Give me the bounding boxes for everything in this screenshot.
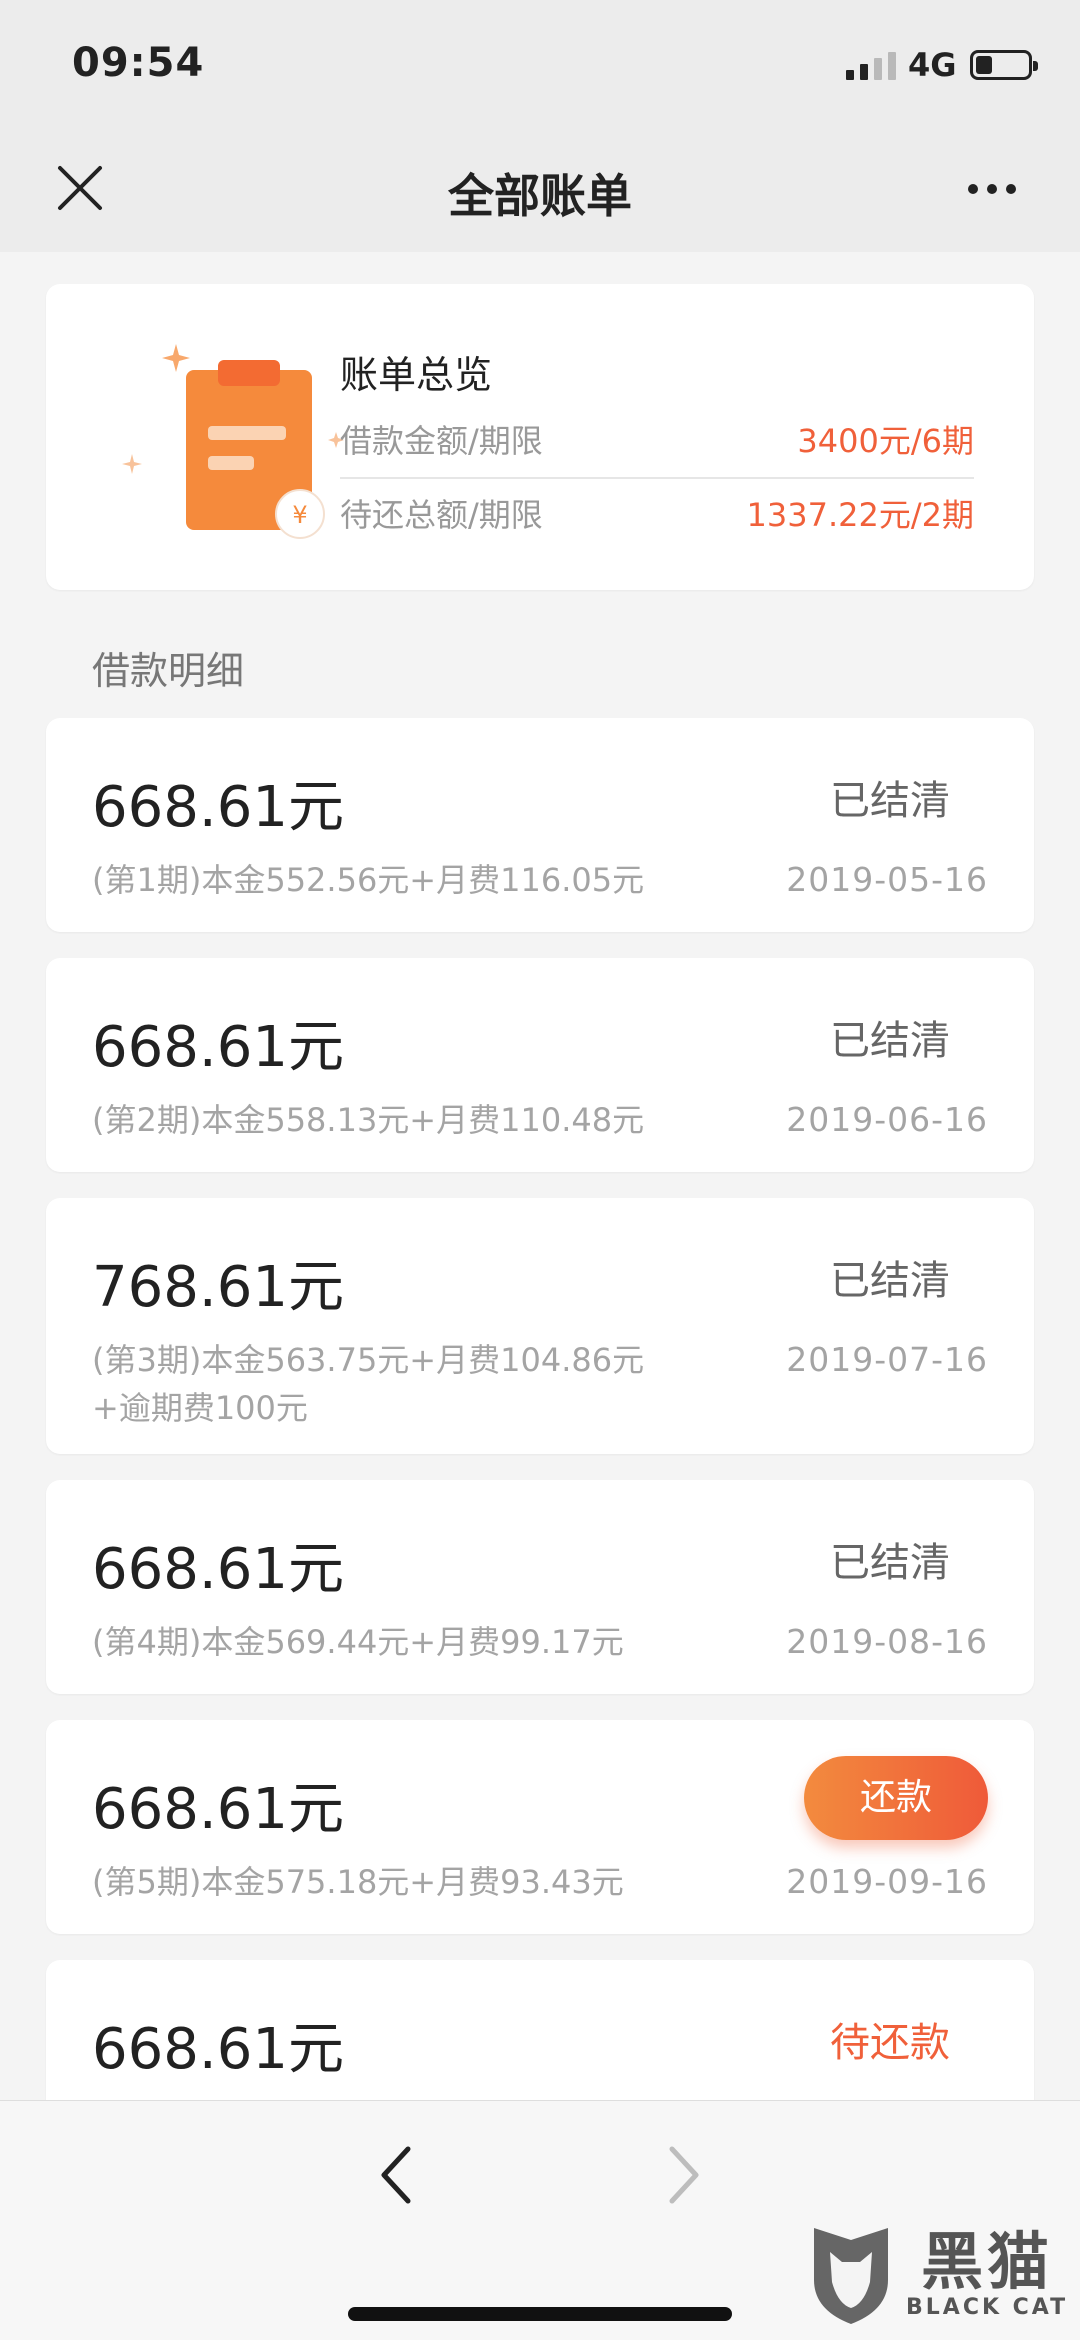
- bill-date: 2019-08-16: [786, 1622, 988, 1661]
- bill-status: 已结清: [830, 1018, 950, 1064]
- bill-item-1[interactable]: 668.61元 已结清 (第1期)本金552.56元+月费116.05元 201…: [46, 718, 1034, 932]
- divider: [340, 477, 974, 479]
- overview-card: ¥ 账单总览 借款金额/期限 3400元/6期 待还总额/期限 1337.22元…: [46, 284, 1034, 590]
- overview-row-value: 3400元/6期: [797, 422, 974, 460]
- bill-detail: (第4期)本金569.44元+月费99.17元: [92, 1623, 624, 1661]
- status-time: 09:54: [72, 40, 205, 86]
- bill-detail: (第2期)本金558.13元+月费110.48元: [92, 1101, 645, 1139]
- bill-item-5[interactable]: 668.61元 还款 (第5期)本金575.18元+月费93.43元 2019-…: [46, 1720, 1034, 1934]
- bill-status: 已结清: [830, 778, 950, 824]
- network-type: 4G: [908, 46, 957, 84]
- bill-detail: (第5期)本金575.18元+月费93.43元: [92, 1863, 624, 1901]
- bill-date: 2019-07-16: [786, 1340, 988, 1379]
- bill-amount: 668.61元: [92, 2017, 344, 2082]
- more-button[interactable]: [968, 184, 1016, 194]
- more-dot: [987, 184, 997, 194]
- bill-date: 2019-09-16: [786, 1862, 988, 1901]
- watermark-cn: 黑猫: [921, 2224, 1054, 2298]
- more-dot: [1006, 184, 1016, 194]
- page-title: 全部账单: [448, 169, 632, 223]
- signal-icon: [846, 50, 896, 80]
- overview-row-outstanding: 待还总额/期限 1337.22元/2期: [340, 490, 974, 536]
- bill-item-4[interactable]: 668.61元 已结清 (第4期)本金569.44元+月费99.17元 2019…: [46, 1480, 1034, 1694]
- repay-button[interactable]: 还款: [804, 1756, 988, 1840]
- forward-button[interactable]: [654, 2139, 710, 2211]
- bill-date: 2019-05-16: [786, 860, 988, 899]
- top-bar: 09:54 4G 全部账单: [0, 0, 1080, 252]
- bill-detail: (第3期)本金563.75元+月费104.86元 +逾期费100元: [92, 1341, 645, 1427]
- back-button[interactable]: [370, 2139, 426, 2211]
- bill-amount: 668.61元: [92, 775, 344, 840]
- overview-row-label: 借款金额/期限: [340, 422, 543, 460]
- bill-status: 已结清: [830, 1258, 950, 1304]
- bill-status: 待还款: [830, 2020, 950, 2066]
- overview-row-loan: 借款金额/期限 3400元/6期: [340, 416, 974, 462]
- bill-amount: 768.61元: [92, 1255, 344, 1320]
- bill-item-2[interactable]: 668.61元 已结清 (第2期)本金558.13元+月费110.48元 201…: [46, 958, 1034, 1172]
- bill-amount: 668.61元: [92, 1537, 344, 1602]
- overview-title: 账单总览: [340, 353, 493, 397]
- bill-amount: 668.61元: [92, 1777, 344, 1842]
- watermark-text: 黑猫 BLACK CAT: [906, 2224, 1069, 2320]
- currency-glyph: ¥: [292, 501, 307, 529]
- overview-row-value: 1337.22元/2期: [746, 496, 974, 534]
- bill-clipboard-icon: ¥: [122, 344, 344, 539]
- section-title-loan-details: 借款明细: [92, 649, 245, 693]
- bill-amount: 668.61元: [92, 1015, 344, 1080]
- black-cat-watermark: 黑猫 BLACK CAT: [806, 2222, 1068, 2326]
- bill-status: 已结清: [830, 1540, 950, 1586]
- bill-date: 2019-06-16: [786, 1100, 988, 1139]
- overview-row-label: 待还总额/期限: [340, 496, 543, 534]
- more-dot: [968, 184, 978, 194]
- cat-shield-logo-icon: [814, 2228, 888, 2324]
- chevron-right-icon: [669, 2146, 699, 2204]
- home-indicator[interactable]: [348, 2307, 732, 2321]
- battery-icon: [970, 50, 1038, 80]
- chevron-left-icon: [381, 2146, 411, 2204]
- bill-detail: (第1期)本金552.56元+月费116.05元: [92, 861, 645, 899]
- bill-item-3[interactable]: 768.61元 已结清 (第3期)本金563.75元+月费104.86元 +逾期…: [46, 1198, 1034, 1454]
- watermark-en: BLACK CAT: [906, 2294, 1069, 2320]
